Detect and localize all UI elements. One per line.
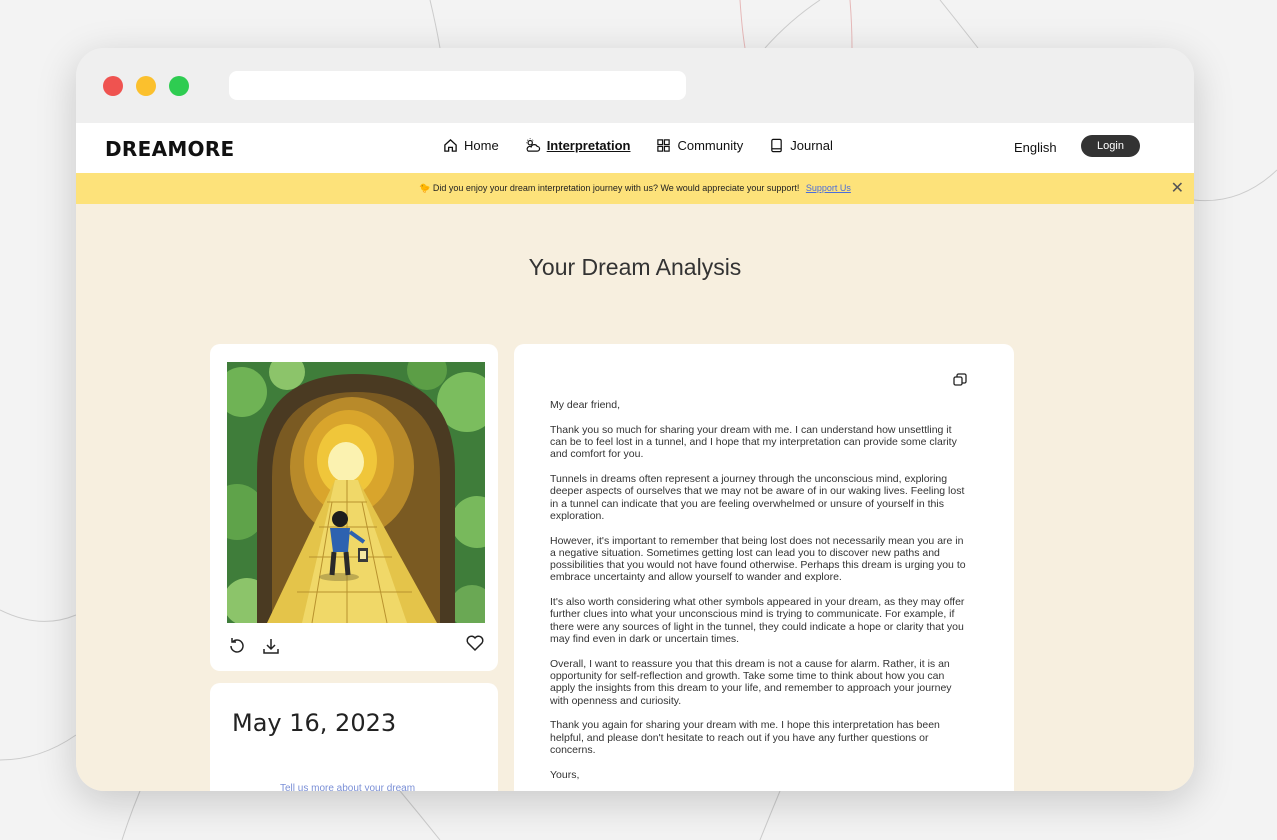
- home-icon: [444, 138, 457, 152]
- page-title: Your Dream Analysis: [528, 254, 742, 280]
- book-icon: [771, 138, 783, 153]
- nav-home[interactable]: Home: [443, 138, 499, 153]
- dream-date-card: May 16, 2023 Tell us more about your dre…: [210, 683, 498, 791]
- letter-paragraph: However, it's important to remember that…: [550, 534, 966, 584]
- letter-greeting: My dear friend,: [550, 399, 621, 411]
- maximize-window-button[interactable]: [169, 76, 189, 96]
- copy-icon[interactable]: [952, 372, 968, 388]
- login-button[interactable]: Login: [1081, 135, 1140, 157]
- minimize-window-button[interactable]: [136, 76, 156, 96]
- banner-text: Did you enjoy your dream interpretation …: [432, 183, 800, 193]
- nav-interpretation-label: Interpretation: [546, 138, 631, 153]
- letter-paragraph: It's also worth considering what other s…: [550, 596, 965, 646]
- nav-home-label: Home: [464, 138, 499, 153]
- close-banner-icon[interactable]: ✕: [1171, 173, 1184, 204]
- nav-journal-label: Journal: [790, 138, 833, 153]
- dream-image-card: [210, 344, 498, 671]
- letter-paragraph: Thank you so much for sharing your dream…: [550, 423, 957, 461]
- chick-emoji-icon: 🐤: [419, 183, 431, 193]
- nav-journal[interactable]: Journal: [769, 138, 833, 153]
- regenerate-icon[interactable]: [227, 636, 247, 656]
- support-banner: 🐤 Did you enjoy your dream interpretatio…: [76, 173, 1194, 204]
- dream-date: May 16, 2023: [232, 709, 397, 737]
- dream-description-link[interactable]: Tell us more about your dream: [280, 783, 415, 791]
- image-actions: [227, 633, 485, 658]
- letter-paragraph: Thank you again for sharing your dream w…: [550, 719, 940, 756]
- letter-paragraph: Overall, I want to reassure you that thi…: [550, 657, 952, 707]
- language-selector[interactable]: English: [1014, 140, 1057, 155]
- support-us-link[interactable]: Support Us: [806, 183, 851, 193]
- interpretation-card: My dear friend, Thank you so much for sh…: [514, 344, 1014, 791]
- download-icon[interactable]: [261, 636, 281, 656]
- nav-interpretation[interactable]: Interpretation: [525, 138, 631, 153]
- site-navbar: DREAMORE Home Interpretation Community J…: [76, 123, 1194, 173]
- browser-window: DREAMORE Home Interpretation Community J…: [76, 48, 1194, 791]
- main-nav: Home Interpretation Community Journal: [443, 138, 859, 153]
- close-window-button[interactable]: [103, 76, 123, 96]
- nav-community-label: Community: [677, 138, 744, 153]
- grid-icon: [657, 139, 671, 152]
- main-content: Your Dream Analysis May 16, 2023 Tell us…: [76, 204, 1194, 791]
- site-logo[interactable]: DREAMORE: [105, 137, 235, 161]
- interpretation-letter: My dear friend, Thank you so much for sh…: [550, 399, 970, 791]
- heart-icon[interactable]: [465, 633, 485, 653]
- letter-signoff: Yours,: [550, 768, 580, 781]
- browser-titlebar: [76, 48, 1194, 123]
- letter-paragraph: Tunnels in dreams often represent a jour…: [550, 472, 965, 522]
- nav-community[interactable]: Community: [656, 138, 743, 153]
- dream-painting: [227, 362, 485, 623]
- cloud-icon: [526, 138, 540, 152]
- address-bar[interactable]: [229, 71, 686, 100]
